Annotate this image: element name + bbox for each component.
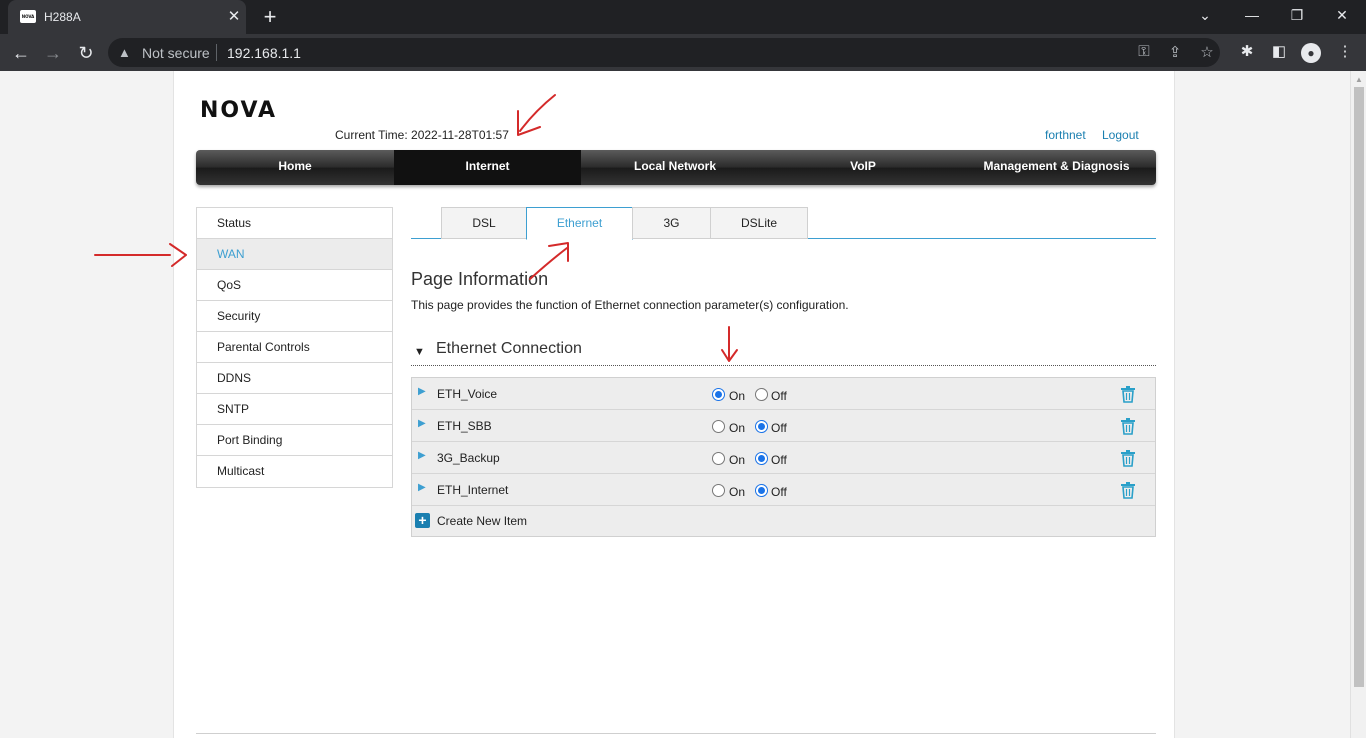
security-label[interactable]: Not secure [142, 45, 210, 61]
nav-management-diagnosis[interactable]: Management & Diagnosis [957, 150, 1156, 185]
window-close-icon[interactable]: ✕ [1327, 3, 1357, 27]
page-scrollbar[interactable]: ▲ [1350, 71, 1366, 738]
off-radio[interactable] [755, 484, 768, 497]
create-new-item-link[interactable]: Create New Item [437, 514, 527, 528]
off-label: Off [771, 453, 787, 467]
forward-icon[interactable]: → [40, 40, 66, 66]
on-label: On [729, 485, 746, 499]
username-link[interactable]: forthnet [1045, 128, 1086, 142]
key-icon[interactable]: ⚿ [1134, 43, 1154, 60]
extensions-icon[interactable]: ✱ [1236, 42, 1258, 60]
tab-3g[interactable]: 3G [632, 207, 711, 239]
scroll-thumb[interactable] [1354, 87, 1364, 687]
on-radio[interactable] [712, 452, 725, 465]
connection-name: ETH_Voice [437, 387, 498, 401]
profile-avatar-icon[interactable]: ● [1301, 43, 1321, 63]
on-radio[interactable] [712, 388, 725, 401]
sidebar-item-sntp[interactable]: SNTP [197, 394, 392, 425]
off-label: Off [771, 421, 787, 435]
connection-name: 3G_Backup [437, 451, 500, 465]
section-divider [411, 365, 1156, 366]
table-row: ▶ ETH_SBB On Off [412, 410, 1155, 442]
restore-icon[interactable]: ❐ [1282, 3, 1312, 27]
expand-arrow-icon[interactable]: ▶ [418, 418, 426, 429]
router-page: NOVA Current Time: 2022-11-28T01:57 fort… [173, 71, 1175, 738]
sidebar-item-multicast[interactable]: Multicast [197, 456, 392, 487]
section-title[interactable]: Ethernet Connection [436, 340, 582, 358]
sidebar-item-ddns[interactable]: DDNS [197, 363, 392, 394]
trash-icon[interactable] [1120, 450, 1136, 467]
sidebar-item-port-binding[interactable]: Port Binding [197, 425, 392, 456]
plus-icon[interactable]: + [415, 513, 430, 528]
main-navigation: Home Internet Local Network VoIP Managem… [196, 150, 1156, 185]
url-divider [216, 44, 217, 61]
table-row: ▶ ETH_Internet On Off [412, 474, 1155, 506]
tab-ethernet[interactable]: Ethernet [526, 207, 633, 240]
page-viewport: NOVA Current Time: 2022-11-28T01:57 fort… [0, 71, 1350, 738]
expand-arrow-icon[interactable]: ▶ [418, 450, 426, 461]
bookmark-star-icon[interactable]: ☆ [1197, 43, 1217, 61]
scroll-up-arrow-icon[interactable]: ▲ [1355, 75, 1363, 84]
off-radio[interactable] [755, 388, 768, 401]
tab-dsl[interactable]: DSL [441, 207, 527, 239]
expand-arrow-icon[interactable]: ▶ [418, 386, 426, 397]
menu-kebab-icon[interactable]: ⋮ [1334, 42, 1356, 60]
on-label: On [729, 453, 746, 467]
connection-name: ETH_Internet [437, 483, 509, 497]
nav-home[interactable]: Home [196, 150, 394, 185]
nova-logo: NOVA [200, 98, 278, 123]
tab-dslite[interactable]: DSLite [710, 207, 808, 239]
connection-name: ETH_SBB [437, 419, 492, 433]
on-radio[interactable] [712, 420, 725, 433]
reload-icon[interactable]: ↻ [73, 40, 99, 66]
off-radio[interactable] [755, 420, 768, 433]
tab-search-icon[interactable]: ⌄ [1190, 3, 1220, 27]
trash-icon[interactable] [1120, 482, 1136, 499]
new-tab-button[interactable]: + [260, 4, 280, 30]
sidebar-item-parental-controls[interactable]: Parental Controls [197, 332, 392, 363]
browser-tab-bar: NOVA H288A ✕ + ⌄ — ❐ ✕ [0, 0, 1366, 34]
favicon-icon: NOVA [20, 10, 36, 23]
footer-divider [196, 733, 1156, 734]
off-radio[interactable] [755, 452, 768, 465]
page-info-description: This page provides the function of Ether… [411, 298, 849, 312]
minimize-icon[interactable]: — [1237, 3, 1267, 27]
off-label: Off [771, 485, 787, 499]
table-row: ▶ ETH_Voice On Off [412, 378, 1155, 410]
browser-toolbar: ← → ↻ ▲ Not secure 192.168.1.1 ⚿ ⇪ ☆ ✱ ◧… [0, 34, 1366, 71]
back-icon[interactable]: ← [8, 40, 34, 66]
address-bar[interactable]: ▲ Not secure 192.168.1.1 ⚿ ⇪ ☆ [108, 38, 1220, 67]
create-new-item-row[interactable]: + Create New Item [412, 506, 1155, 536]
trash-icon[interactable] [1120, 386, 1136, 403]
side-panel-icon[interactable]: ◧ [1268, 42, 1290, 60]
tab-title: H288A [44, 10, 81, 24]
expand-arrow-icon[interactable]: ▶ [418, 482, 426, 493]
url-text[interactable]: 192.168.1.1 [227, 45, 301, 61]
side-menu: Status WAN QoS Security Parental Control… [196, 207, 393, 488]
sidebar-item-wan[interactable]: WAN [197, 239, 392, 270]
nav-internet[interactable]: Internet [394, 150, 581, 185]
table-row: ▶ 3G_Backup On Off [412, 442, 1155, 474]
on-radio[interactable] [712, 484, 725, 497]
page-info-title: Page Information [411, 269, 549, 289]
sidebar-item-security[interactable]: Security [197, 301, 392, 332]
ethernet-connection-table: ▶ ETH_Voice On Off ▶ ETH_SBB On Off ▶ 3G… [411, 377, 1156, 537]
sidebar-item-status[interactable]: Status [197, 208, 392, 239]
browser-tab[interactable]: NOVA H288A ✕ [8, 0, 246, 34]
on-label: On [729, 389, 746, 403]
off-label: Off [771, 389, 787, 403]
collapse-triangle-icon[interactable]: ▼ [414, 346, 425, 358]
sidebar-item-qos[interactable]: QoS [197, 270, 392, 301]
nav-voip[interactable]: VoIP [769, 150, 957, 185]
nav-local-network[interactable]: Local Network [581, 150, 769, 185]
share-icon[interactable]: ⇪ [1165, 43, 1185, 61]
current-time: Current Time: 2022-11-28T01:57 [335, 128, 509, 142]
close-tab-icon[interactable]: ✕ [224, 7, 244, 27]
warning-icon[interactable]: ▲ [118, 45, 131, 60]
on-label: On [729, 421, 746, 435]
trash-icon[interactable] [1120, 418, 1136, 435]
logout-link[interactable]: Logout [1102, 128, 1139, 142]
